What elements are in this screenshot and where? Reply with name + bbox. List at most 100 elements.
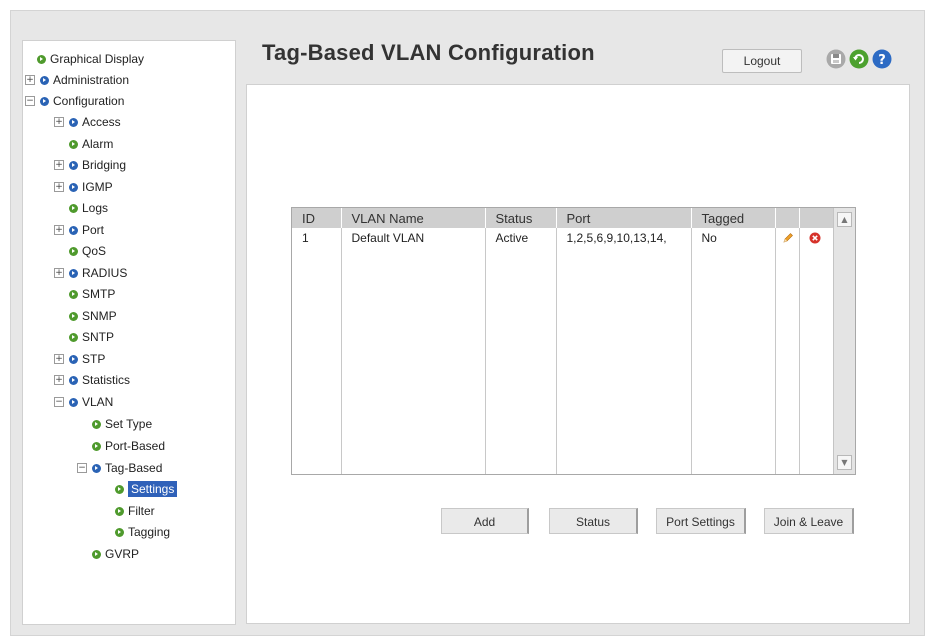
- cell-id: 1: [292, 228, 342, 474]
- green-bullet-icon: [69, 246, 78, 256]
- expand-icon[interactable]: +: [54, 117, 64, 127]
- column-header-port[interactable]: Port: [556, 208, 692, 228]
- cell-tagged: No: [691, 228, 776, 474]
- sidebar-item-smtp[interactable]: SMTP: [69, 284, 115, 304]
- green-bullet-icon: [115, 527, 124, 537]
- cell-edit: [775, 228, 800, 474]
- blue-bullet-icon: [40, 75, 49, 85]
- svg-text:?: ?: [878, 53, 886, 68]
- pencil-icon[interactable]: [782, 232, 794, 247]
- sidebar-item-logs[interactable]: Logs: [69, 198, 108, 218]
- sidebar-item-graphical-display[interactable]: Graphical Display: [37, 49, 144, 69]
- sidebar-item-sntp[interactable]: SNTP: [69, 327, 114, 347]
- sidebar-item-label: Set Type: [105, 417, 153, 431]
- expand-icon[interactable]: +: [54, 354, 64, 364]
- cell-delete: [799, 228, 835, 474]
- green-bullet-icon: [69, 289, 78, 299]
- join-leave-button[interactable]: Join & Leave: [764, 508, 854, 534]
- sidebar-item-bridging[interactable]: + Bridging: [54, 155, 126, 175]
- scroll-up-icon[interactable]: ▲: [837, 212, 852, 227]
- sidebar-item-label: Port-Based: [105, 439, 166, 453]
- port-settings-button[interactable]: Port Settings: [656, 508, 746, 534]
- status-button[interactable]: Status: [549, 508, 638, 534]
- cell-vlan-name: Default VLAN: [341, 228, 486, 474]
- cell-status: Active: [485, 228, 557, 474]
- help-icon[interactable]: ?: [872, 49, 892, 69]
- sidebar-item-label-selected: Settings: [128, 481, 178, 497]
- save-icon[interactable]: [826, 49, 846, 69]
- sidebar-item-gvrp[interactable]: GVRP: [92, 544, 139, 564]
- sidebar-item-snmp[interactable]: SNMP: [69, 306, 117, 326]
- sidebar-item-label: Alarm: [82, 137, 114, 151]
- sidebar-item-vlan[interactable]: − VLAN: [54, 392, 113, 412]
- green-bullet-icon: [115, 484, 124, 494]
- sidebar-item-configuration[interactable]: − Configuration: [25, 91, 124, 111]
- sidebar-item-label: GVRP: [105, 547, 140, 561]
- green-bullet-icon: [92, 441, 101, 451]
- sidebar-item-label: Graphical Display: [50, 52, 145, 66]
- table-row[interactable]: 1 Default VLAN Active 1,2,5,6,9,10,13,14…: [292, 228, 835, 474]
- vlan-table: ID VLAN Name Status Port Tagged 1 Defaul…: [292, 208, 835, 474]
- collapse-icon[interactable]: −: [25, 96, 35, 106]
- sidebar-item-statistics[interactable]: + Statistics: [54, 370, 130, 390]
- column-header-vlan-name[interactable]: VLAN Name: [341, 208, 486, 228]
- sidebar-item-tagging[interactable]: Tagging: [115, 522, 170, 542]
- sidebar-item-access[interactable]: + Access: [54, 112, 121, 132]
- column-header-id[interactable]: ID: [292, 208, 342, 228]
- collapse-icon[interactable]: −: [54, 397, 64, 407]
- sidebar-item-label: Logs: [82, 201, 109, 215]
- sidebar-item-settings[interactable]: Settings: [115, 479, 178, 499]
- refresh-icon[interactable]: [849, 49, 869, 69]
- green-bullet-icon: [69, 311, 78, 321]
- top-band: [0, 0, 929, 10]
- column-header-edit: [775, 208, 800, 228]
- blue-bullet-icon: [69, 354, 78, 364]
- logout-button[interactable]: Logout: [722, 49, 802, 73]
- sidebar-item-label: Tag-Based: [105, 461, 163, 475]
- sidebar-item-port-based[interactable]: Port-Based: [92, 436, 165, 456]
- expand-icon[interactable]: +: [54, 160, 64, 170]
- sidebar-item-port[interactable]: + Port: [54, 220, 104, 240]
- sidebar-item-administration[interactable]: + Administration: [25, 70, 129, 90]
- sidebar-item-label: SNTP: [82, 330, 115, 344]
- sidebar-item-label: Access: [82, 115, 121, 129]
- green-bullet-icon: [92, 549, 101, 559]
- sidebar-item-radius[interactable]: + RADIUS: [54, 263, 127, 283]
- expand-icon[interactable]: +: [54, 225, 64, 235]
- expand-icon[interactable]: +: [54, 182, 64, 192]
- sidebar-item-set-type[interactable]: Set Type: [92, 414, 152, 434]
- sidebar-item-label: IGMP: [82, 180, 113, 194]
- blue-bullet-icon: [92, 463, 101, 473]
- sidebar-item-igmp[interactable]: + IGMP: [54, 177, 113, 197]
- sidebar-item-alarm[interactable]: Alarm: [69, 134, 113, 154]
- sidebar-item-label: Configuration: [53, 94, 125, 108]
- expand-icon[interactable]: +: [54, 375, 64, 385]
- sidebar-item-label: Filter: [128, 504, 155, 518]
- collapse-icon[interactable]: −: [77, 463, 87, 473]
- sidebar-item-label: VLAN: [82, 395, 114, 409]
- table-scrollbar[interactable]: ▲ ▼: [833, 208, 855, 474]
- sidebar-item-filter[interactable]: Filter: [115, 501, 155, 521]
- sidebar-item-label: QoS: [82, 244, 107, 258]
- green-bullet-icon: [92, 419, 101, 429]
- add-button[interactable]: Add: [441, 508, 529, 534]
- column-header-tagged[interactable]: Tagged: [691, 208, 776, 228]
- column-header-status[interactable]: Status: [485, 208, 557, 228]
- sidebar-item-tag-based[interactable]: − Tag-Based: [77, 458, 162, 478]
- blue-bullet-icon: [40, 96, 49, 106]
- sidebar-item-label: STP: [82, 352, 106, 366]
- expand-icon[interactable]: +: [54, 268, 64, 278]
- sidebar-tree: Graphical Display + Administration − Con…: [22, 40, 236, 625]
- sidebar-item-qos[interactable]: QoS: [69, 241, 106, 261]
- blue-bullet-icon: [69, 117, 78, 127]
- vlan-table-container: ID VLAN Name Status Port Tagged 1 Defaul…: [291, 207, 856, 475]
- sidebar-item-label: Statistics: [82, 373, 131, 387]
- sidebar-item-label: SMTP: [82, 287, 116, 301]
- delete-icon[interactable]: [809, 232, 821, 247]
- sidebar-item-label: Bridging: [82, 158, 127, 172]
- sidebar-item-label: Administration: [53, 73, 130, 87]
- scroll-down-icon[interactable]: ▼: [837, 455, 852, 470]
- sidebar-item-stp[interactable]: + STP: [54, 349, 105, 369]
- expand-icon[interactable]: +: [25, 75, 35, 85]
- blue-bullet-icon: [69, 397, 78, 407]
